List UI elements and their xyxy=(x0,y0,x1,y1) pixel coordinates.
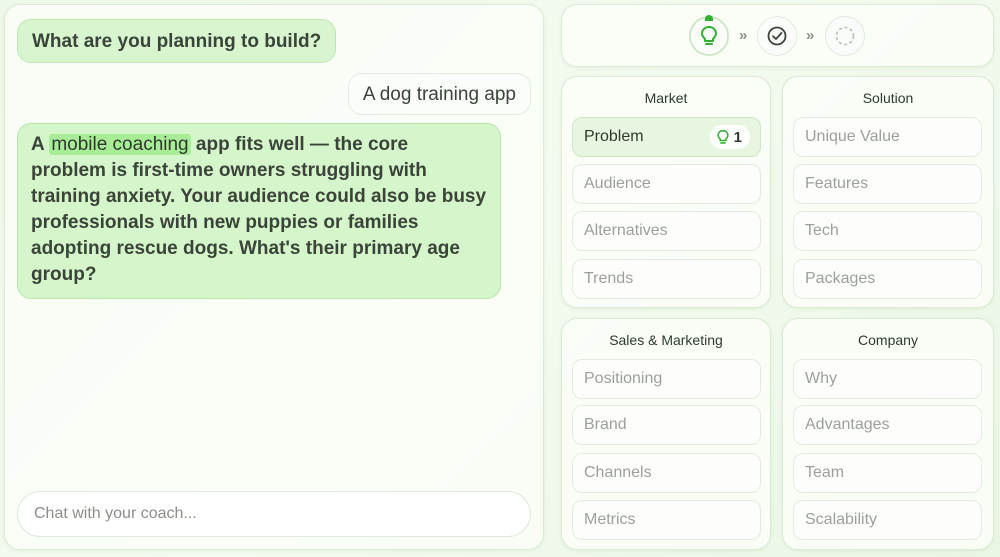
section-item-problem[interactable]: Problem 1 xyxy=(572,117,761,157)
section-item-advantages[interactable]: Advantages xyxy=(793,405,982,445)
section-item-channels[interactable]: Channels xyxy=(572,453,761,493)
chat-input[interactable] xyxy=(17,491,531,537)
section-item-label: Positioning xyxy=(584,370,663,387)
section-item-trends[interactable]: Trends xyxy=(572,259,761,299)
section-item-positioning[interactable]: Positioning xyxy=(572,359,761,399)
section-item-label: Team xyxy=(805,464,845,481)
section-item-label: Metrics xyxy=(584,511,636,528)
check-circle-icon xyxy=(767,26,787,46)
user-answer-text: A dog training app xyxy=(362,84,516,105)
section-sales-marketing: Sales & Marketing Positioning Brand Chan… xyxy=(561,318,771,550)
section-company: Company Why Advantages Team Scalability xyxy=(782,318,994,550)
coach-response-highlight[interactable]: mobile coaching xyxy=(49,134,191,155)
section-item-label: Problem xyxy=(584,128,644,145)
step-validation[interactable] xyxy=(757,16,797,56)
section-item-label: Scalability xyxy=(805,511,878,528)
section-item-unique-value[interactable]: Unique Value xyxy=(793,117,982,157)
coach-response-text: app fits well — the core problem is firs… xyxy=(31,134,487,285)
section-item-team[interactable]: Team xyxy=(793,453,982,493)
section-item-label: Why xyxy=(805,370,837,387)
section-item-tech[interactable]: Tech xyxy=(793,211,982,251)
step-separator: » xyxy=(806,27,814,44)
step-progress-indicator xyxy=(705,15,713,21)
section-item-alternatives[interactable]: Alternatives xyxy=(572,211,761,251)
section-item-label: Packages xyxy=(805,270,876,287)
section-item-scalability[interactable]: Scalability xyxy=(793,500,982,540)
section-item-why[interactable]: Why xyxy=(793,359,982,399)
step-final[interactable] xyxy=(825,16,865,56)
dashed-circle-icon xyxy=(835,26,855,46)
coach-response-prefix: A xyxy=(31,134,45,155)
idea-count-badge: 1 xyxy=(709,125,750,149)
idea-count: 1 xyxy=(733,128,742,146)
section-solution: Solution Unique Value Features Tech Pack… xyxy=(782,76,994,308)
chat-panel: What are you planning to build? A dog tr… xyxy=(4,4,544,550)
step-ideation[interactable] xyxy=(689,15,729,56)
step-separator: » xyxy=(739,27,747,44)
section-item-label: Audience xyxy=(584,175,651,192)
lightbulb-icon xyxy=(701,26,717,45)
user-answer-bubble: A dog training app xyxy=(347,73,531,115)
section-item-label: Features xyxy=(805,175,869,192)
progress-stepper: » » xyxy=(561,4,994,67)
section-title: Company xyxy=(858,332,918,348)
section-title: Market xyxy=(644,90,688,106)
section-item-label: Alternatives xyxy=(584,222,668,239)
section-market: Market Problem 1 Audience Alternatives T… xyxy=(561,76,771,308)
section-title: Solution xyxy=(862,90,914,106)
coach-question-text: What are you planning to build? xyxy=(32,31,322,52)
section-item-label: Tech xyxy=(805,222,839,239)
coach-response-bubble: A mobile coaching app fits well — the co… xyxy=(17,123,501,299)
section-item-audience[interactable]: Audience xyxy=(572,164,761,204)
section-title: Sales & Marketing xyxy=(609,332,723,348)
section-item-metrics[interactable]: Metrics xyxy=(572,500,761,540)
section-item-label: Channels xyxy=(584,464,652,481)
section-item-packages[interactable]: Packages xyxy=(793,259,982,299)
section-item-label: Unique Value xyxy=(805,128,900,145)
section-item-features[interactable]: Features xyxy=(793,164,982,204)
section-item-brand[interactable]: Brand xyxy=(572,405,761,445)
coach-question-bubble: What are you planning to build? xyxy=(17,19,337,63)
section-item-label: Brand xyxy=(584,416,627,433)
section-item-label: Trends xyxy=(584,270,634,287)
lightbulb-icon xyxy=(716,129,729,144)
section-item-label: Advantages xyxy=(805,416,890,433)
